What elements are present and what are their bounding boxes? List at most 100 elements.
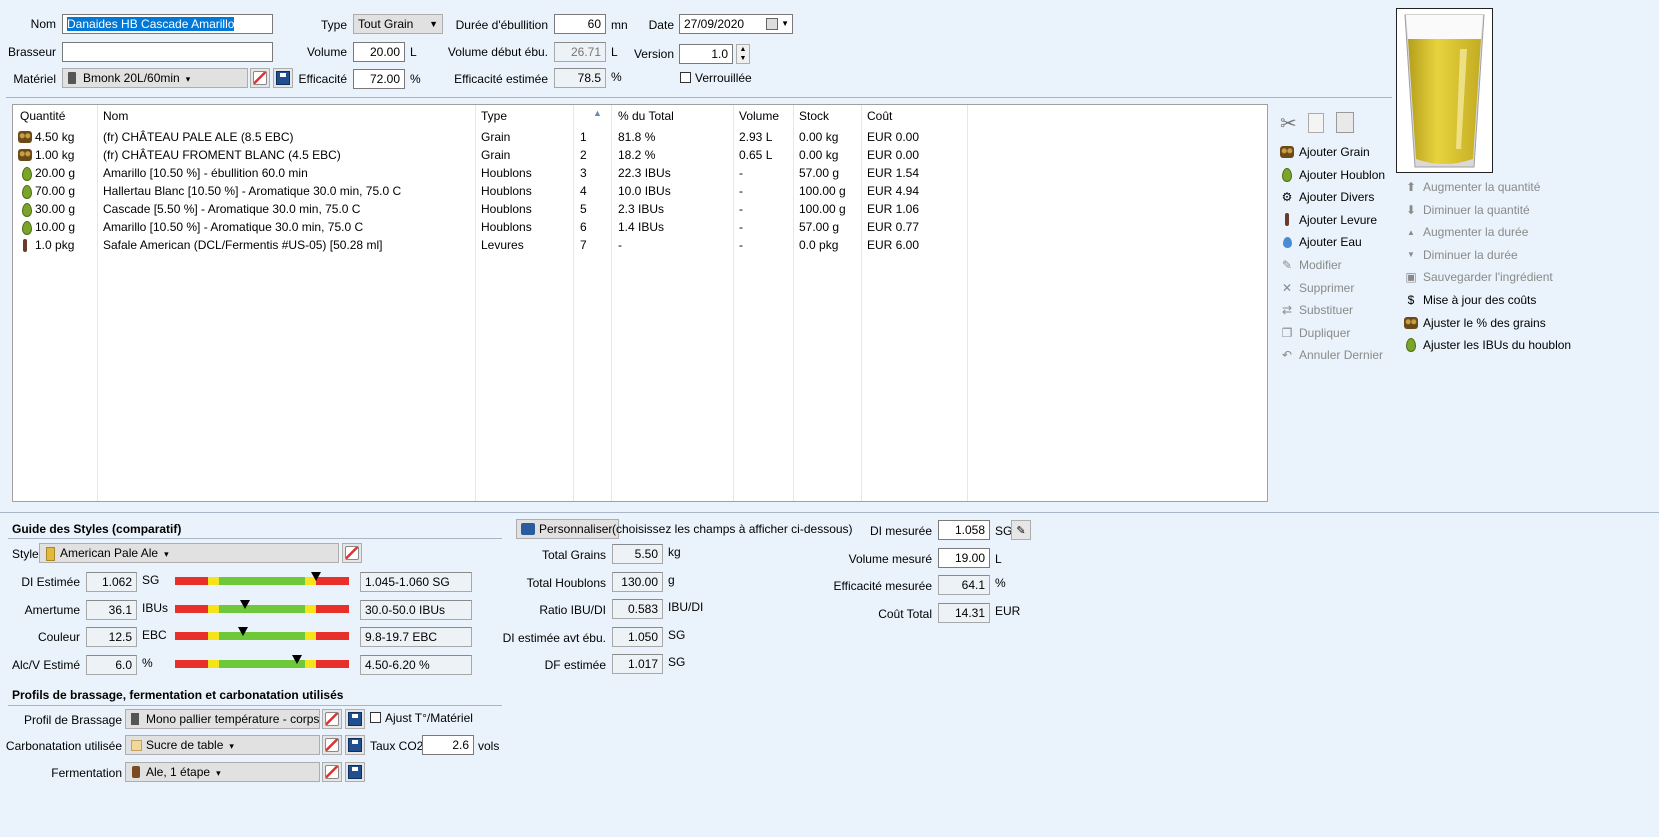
cut-icon[interactable]: ✂ xyxy=(1280,111,1297,136)
measured-label: Efficacité mesurée xyxy=(833,579,933,593)
action-ajuster-le-des-grains[interactable]: Ajuster le % des grains xyxy=(1404,316,1546,330)
style-combo[interactable]: American Pale Ale ▾ xyxy=(39,543,339,563)
action-ajouter-grain[interactable]: Ajouter Grain xyxy=(1280,145,1370,159)
cell-vol: - xyxy=(739,202,743,216)
personnaliser-button[interactable]: Personnaliser xyxy=(516,519,620,539)
measured-unit: EUR xyxy=(995,603,1021,618)
date-input[interactable]: 27/09/2020 ▼ xyxy=(679,14,793,34)
calendar-icon[interactable] xyxy=(766,18,778,30)
measured-value[interactable]: 19.00 xyxy=(938,547,990,568)
carbo-combo[interactable]: Sucre de table ▾ xyxy=(125,735,320,755)
action-dupliquer[interactable]: ❐ Dupliquer xyxy=(1280,326,1351,340)
save-ferm-button[interactable] xyxy=(345,762,365,782)
cell-qty: 30.00 g xyxy=(35,202,76,216)
hydrometer-button[interactable]: ✎ xyxy=(1011,520,1031,540)
col-nom[interactable]: Nom xyxy=(103,109,128,123)
table-row[interactable]: 4.50 kg (fr) CHÂTEAU PALE ALE (8.5 EBC) Gr… xyxy=(13,128,1267,146)
action-diminuer-la-dur-e[interactable]: ▼ Diminuer la durée xyxy=(1404,248,1518,262)
ingredients-table[interactable]: Quantité Nom Type ▲ % du Total Volume St… xyxy=(12,104,1268,502)
spin-up-icon[interactable]: ▲ xyxy=(737,45,749,54)
efficacite-input[interactable]: 72.00 xyxy=(353,69,405,89)
action-augmenter-la-quantit[interactable]: ⬆ Augmenter la quantité xyxy=(1404,180,1540,194)
action-ajouter-levure[interactable]: Ajouter Levure xyxy=(1280,213,1377,227)
style-range-bar xyxy=(175,627,349,640)
hop-icon xyxy=(22,185,32,199)
save-carbo-button[interactable] xyxy=(345,735,365,755)
col-cout[interactable]: Coût xyxy=(867,109,892,123)
edit-materiel-button[interactable] xyxy=(250,68,270,88)
table-row[interactable]: 10.00 g Amarillo [10.50 %] - Aromatique 3… xyxy=(13,218,1267,236)
action-augmenter-la-dur-e[interactable]: ▲ Augmenter la durée xyxy=(1404,225,1528,239)
value-marker-icon xyxy=(239,599,250,609)
save-icon xyxy=(348,712,362,726)
verrouillee-checkbox[interactable] xyxy=(680,72,691,83)
cell-stock: 0.00 kg xyxy=(799,148,839,162)
stat-label: DI estimée avt ébu. xyxy=(502,630,606,645)
action-supprimer[interactable]: ✕ Supprimer xyxy=(1280,281,1354,295)
sugar-icon xyxy=(131,740,142,751)
table-row[interactable]: 70.00 g Hallertau Blanc [10.50 %] - Aroma… xyxy=(13,182,1267,200)
type-label: Type xyxy=(320,18,347,32)
col-volume[interactable]: Volume xyxy=(739,109,779,123)
action-label: Modifier xyxy=(1299,258,1342,272)
measured-label: Coût Total xyxy=(878,606,932,621)
style-row-value: 1.062 xyxy=(86,572,137,592)
table-row[interactable]: 1.00 kg (fr) CHÂTEAU FROMENT BLANC (4.5 E… xyxy=(13,146,1267,164)
cell-qty: 1.0 pkg xyxy=(35,238,75,252)
action-ajouter-eau[interactable]: Ajouter Eau xyxy=(1280,235,1362,249)
materiel-combo[interactable]: Bmonk 20L/60min ▾ xyxy=(62,68,248,88)
col-quantite[interactable]: Quantité xyxy=(20,109,65,123)
version-input[interactable]: 1.0 xyxy=(679,44,733,64)
cell-type: Grain xyxy=(481,148,511,162)
verrouillee-label: Verrouillée xyxy=(695,71,752,85)
action-substituer[interactable]: ⇄ Substituer xyxy=(1280,303,1353,317)
measured-value[interactable]: 1.058 xyxy=(938,520,990,540)
table-row[interactable]: 20.00 g Amarillo [10.50 %] - ébullition 6… xyxy=(13,164,1267,182)
volume-input[interactable]: 20.00 xyxy=(353,42,405,62)
action-annuler-dernier[interactable]: ↶ Annuler Dernier xyxy=(1280,348,1383,362)
edit-icon xyxy=(325,765,339,779)
action-label: Ajouter Grain xyxy=(1299,145,1370,159)
action-ajuster-les-ibus-du-houblon[interactable]: Ajuster les IBUs du houblon xyxy=(1404,338,1571,353)
spin-down-icon[interactable]: ▼ xyxy=(737,54,749,63)
sort-asc-icon[interactable]: ▲ xyxy=(593,108,602,118)
action-diminuer-la-quantit[interactable]: ⬇ Diminuer la quantité xyxy=(1404,203,1530,217)
action-ajouter-divers[interactable]: ⚙ Ajouter Divers xyxy=(1280,190,1375,205)
chevron-down-icon[interactable]: ▼ xyxy=(781,15,789,33)
save-icon: ▣ xyxy=(1405,270,1417,285)
nom-input[interactable]: Danaides HB Cascade Amarillo xyxy=(62,14,273,34)
edit-style-button[interactable] xyxy=(342,543,362,563)
date-label: Date xyxy=(648,18,674,32)
brasseur-input[interactable] xyxy=(62,42,273,62)
col-type[interactable]: Type xyxy=(481,109,507,123)
ferm-combo[interactable]: Ale, 1 étape ▾ xyxy=(125,762,320,782)
action-sauvegarder-l-ingr-dient[interactable]: ▣ Sauvegarder l'ingrédient xyxy=(1404,270,1552,285)
brassage-combo[interactable]: Mono pallier température - corps m xyxy=(125,709,320,729)
version-spinner[interactable]: ▲ ▼ xyxy=(736,44,750,64)
ajust-checkbox[interactable] xyxy=(370,712,381,723)
misc-icon: ⚙ xyxy=(1281,190,1293,205)
edit-carbo-button[interactable] xyxy=(322,735,342,755)
action-modifier[interactable]: ✎ Modifier xyxy=(1280,258,1342,272)
stat-unit: g xyxy=(668,572,675,587)
duree-input[interactable]: 60 xyxy=(554,14,606,34)
measured-label: DI mesurée xyxy=(869,524,932,538)
range-segment xyxy=(305,659,316,668)
col-pct-total[interactable]: % du Total xyxy=(618,109,674,123)
table-row[interactable]: 1.0 pkg Safale American (DCL/Fermentis #U… xyxy=(13,236,1267,254)
action-ajouter-houblon[interactable]: Ajouter Houblon xyxy=(1280,167,1385,182)
action-mise-jour-des-co-ts[interactable]: $ Mise à jour des coûts xyxy=(1404,293,1537,307)
version-label: Version xyxy=(633,47,674,61)
taux-input[interactable]: 2.6 xyxy=(422,735,474,755)
save-brassage-button[interactable] xyxy=(345,709,365,729)
cell-name: Amarillo [10.50 %] - Aromatique 30.0 min… xyxy=(103,220,364,234)
edit-brassage-button[interactable] xyxy=(322,709,342,729)
paste-icon[interactable] xyxy=(1336,112,1354,133)
table-row[interactable]: 30.00 g Cascade [5.50 %] - Aromatique 30.… xyxy=(13,200,1267,218)
style-range-bar xyxy=(175,599,349,613)
edit-ferm-button[interactable] xyxy=(322,762,342,782)
copy-icon[interactable] xyxy=(1308,113,1324,133)
action-label: Substituer xyxy=(1299,303,1354,318)
col-stock[interactable]: Stock xyxy=(799,109,829,123)
style-row-unit: IBUs xyxy=(142,600,169,615)
